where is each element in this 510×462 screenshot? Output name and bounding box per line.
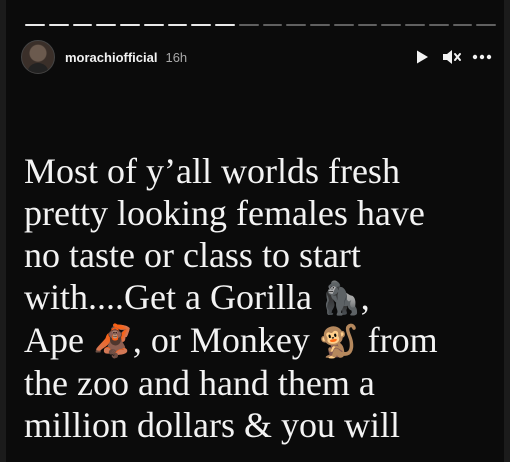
progress-segment [120, 24, 140, 26]
progress-segment [452, 24, 473, 26]
gorilla-emoji: 🦍 [320, 279, 361, 317]
progress-segment [310, 24, 330, 26]
play-icon[interactable] [412, 47, 432, 67]
caption-line: no taste or class to start [24, 235, 361, 275]
orangutan-emoji: 🦧 [92, 322, 133, 360]
monkey-emoji: 🐒 [318, 322, 359, 360]
progress-segment [357, 24, 378, 26]
progress-segment [405, 24, 425, 26]
progress-segment [215, 24, 235, 26]
progress-segment [191, 24, 211, 26]
progress-segment [96, 24, 116, 26]
progress-segment [286, 24, 306, 26]
progress-segment [72, 24, 93, 26]
progress-segment [428, 24, 449, 26]
caption-line: Ape 🦧, or Monkey 🐒 from [24, 320, 438, 360]
story-header: morachiofficial 16h [21, 40, 492, 74]
story-caption: Most of y’all worlds fresh pretty lookin… [24, 150, 504, 446]
story-controls [412, 47, 492, 67]
username[interactable]: morachiofficial [65, 50, 157, 65]
caption-line: with....Get a Gorilla 🦍, [24, 277, 370, 317]
speaker-muted-icon[interactable] [442, 47, 462, 67]
story-progress-bar [25, 24, 496, 26]
progress-segment [262, 24, 283, 26]
progress-segment [333, 24, 354, 26]
caption-line: pretty looking females have [24, 193, 425, 233]
avatar[interactable] [21, 40, 55, 74]
caption-line: Most of y’all worlds fresh [24, 151, 400, 191]
progress-segment [238, 24, 259, 26]
post-timestamp: 16h [165, 49, 188, 65]
progress-segment [476, 24, 496, 26]
caption-line: the zoo and hand them a [24, 363, 375, 403]
progress-segment [143, 24, 164, 26]
story-viewer[interactable]: morachiofficial 16h Most of y’all worlds… [6, 0, 504, 462]
progress-segment [48, 24, 69, 26]
progress-segment [381, 24, 401, 26]
caption-line: million dollars & you will [24, 405, 400, 445]
more-dots-icon[interactable] [472, 47, 492, 67]
progress-segment [167, 24, 188, 26]
progress-segment [25, 24, 45, 26]
